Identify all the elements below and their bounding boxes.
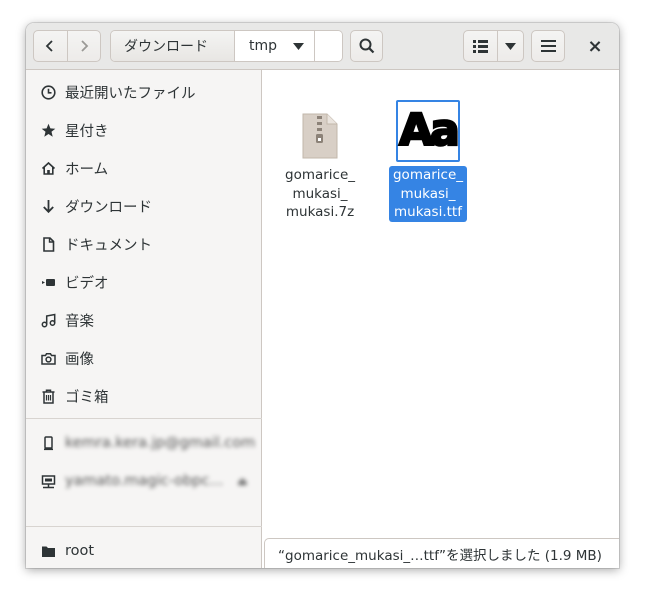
sidebar-item-home[interactable]: ホーム <box>26 149 262 187</box>
sidebar: 最近開いたファイル 星付き ホーム ダウンロード ドキュメント ビデオ 音楽 画… <box>26 70 262 568</box>
search-button[interactable] <box>350 30 383 62</box>
file-view: gomarice_ mukasi_ mukasi.7z Aa gomarice_… <box>263 70 619 568</box>
sidebar-item-recent[interactable]: 最近開いたファイル <box>26 73 262 111</box>
sidebar-item-documents[interactable]: ドキュメント <box>26 225 262 263</box>
search-icon <box>359 38 374 54</box>
sidebar-item-pictures[interactable]: 画像 <box>26 339 262 377</box>
camera-icon <box>40 350 56 366</box>
chevron-right-icon <box>81 40 89 52</box>
sidebar-item-label: ホーム <box>65 161 109 178</box>
sidebar-item-label: ゴミ箱 <box>65 389 109 406</box>
forward-button[interactable] <box>66 31 100 61</box>
hamburger-menu-icon <box>540 40 556 52</box>
sidebar-item-label: root <box>65 543 95 559</box>
font-preview-text: Aa <box>398 105 461 156</box>
selection-status-text: “gomarice_mukasi_…ttf”を選択しました (1.9 MB) <box>278 547 602 564</box>
sidebar-separator <box>26 526 262 527</box>
sidebar-item-root[interactable]: root <box>26 532 262 568</box>
file-name: gomarice_ mukasi_ mukasi.7z <box>285 167 356 220</box>
chevron-down-icon <box>505 42 516 50</box>
clock-icon <box>40 84 56 100</box>
header-bar: ダウンロード tmp × <box>26 23 619 70</box>
sidebar-item-online-account[interactable]: kemra.kera.jp@gmail.com <box>26 424 262 462</box>
path-crumb-label: ダウンロード <box>124 39 208 55</box>
path-bar: ダウンロード tmp <box>110 30 343 62</box>
menu-button[interactable] <box>531 30 565 62</box>
list-view-icon <box>473 39 488 53</box>
sidebar-item-downloads[interactable]: ダウンロード <box>26 187 262 225</box>
sidebar-item-network-share[interactable]: yamato.magic-obpc... ⏏ <box>26 462 262 500</box>
close-button[interactable]: × <box>578 30 612 62</box>
view-options-button[interactable] <box>498 31 523 61</box>
sidebar-item-label: 音楽 <box>65 313 94 330</box>
path-crumb-tmp[interactable]: tmp <box>235 31 315 61</box>
sidebar-item-label: 最近開いたファイル <box>65 85 196 102</box>
file-chooser-window: ダウンロード tmp × 最近開いたファイル 星付き ホーム ダウンロード ドキ… <box>26 23 619 568</box>
sidebar-item-videos[interactable]: ビデオ <box>26 263 262 301</box>
document-icon <box>40 236 56 252</box>
sidebar-item-starred[interactable]: 星付き <box>26 111 262 149</box>
network-drive-icon <box>40 473 56 489</box>
sidebar-item-label: 星付き <box>65 123 109 140</box>
status-bar: “gomarice_mukasi_…ttf”を選択しました (1.9 MB) <box>264 538 619 568</box>
sidebar-item-music[interactable]: 音楽 <box>26 301 262 339</box>
nav-buttons <box>33 30 101 62</box>
music-icon <box>40 312 56 328</box>
sidebar-item-label: ビデオ <box>65 275 109 292</box>
phone-icon <box>40 435 56 451</box>
sidebar-separator <box>26 418 262 419</box>
sidebar-item-label: yamato.magic-obpc... <box>65 473 224 489</box>
file-name: gomarice_ mukasi_ mukasi.ttf <box>388 166 468 222</box>
chevron-left-icon <box>46 40 54 52</box>
dropdown-arrow-icon <box>293 42 304 50</box>
home-icon <box>40 160 56 176</box>
path-crumb-empty[interactable] <box>315 31 342 61</box>
folder-icon <box>40 543 56 559</box>
view-buttons <box>463 30 524 62</box>
eject-icon[interactable]: ⏏ <box>237 475 247 488</box>
sidebar-item-trash[interactable]: ゴミ箱 <box>26 377 262 415</box>
sidebar-item-label: 画像 <box>65 351 94 368</box>
font-preview-thumbnail: Aa <box>396 100 461 162</box>
back-button[interactable] <box>34 31 67 61</box>
video-icon <box>40 274 56 290</box>
sidebar-item-label: ドキュメント <box>65 237 152 254</box>
archive-file-icon <box>302 113 338 159</box>
path-crumb-label: tmp <box>249 38 278 54</box>
file-item-7z[interactable]: gomarice_ mukasi_ mukasi.7z <box>281 112 359 222</box>
list-view-button[interactable] <box>464 31 498 61</box>
path-crumb-downloads[interactable]: ダウンロード <box>111 31 235 61</box>
file-item-ttf[interactable]: Aa gomarice_ mukasi_ mukasi.ttf <box>387 100 469 222</box>
close-icon: × <box>587 35 603 57</box>
star-icon <box>40 122 56 138</box>
sidebar-item-label: kemra.kera.jp@gmail.com <box>65 435 256 451</box>
download-icon <box>40 198 56 214</box>
sidebar-item-label: ダウンロード <box>65 199 152 216</box>
trash-icon <box>40 388 56 404</box>
